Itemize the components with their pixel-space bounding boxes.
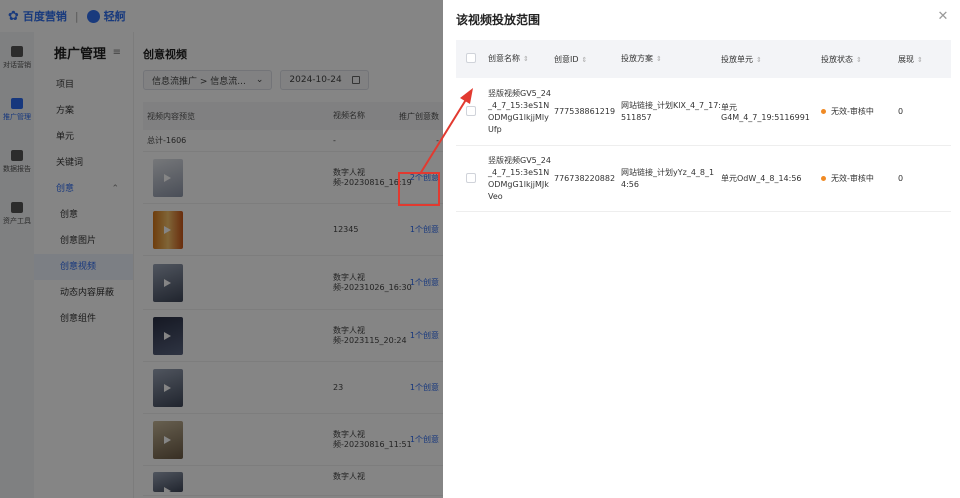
shows-value: 0 — [898, 107, 904, 116]
col-unit[interactable]: 投放单元 ⇕ — [721, 54, 821, 65]
status-dot-icon — [821, 109, 826, 114]
sort-icon: ⇕ — [523, 55, 529, 63]
status-dot-icon — [821, 176, 826, 181]
col-shows[interactable]: 展现 ⇕ — [898, 54, 948, 65]
drawer-title: 该视频投放范围 — [456, 13, 541, 27]
creative-id: 776738220882 — [554, 174, 616, 183]
sort-icon: ⇕ — [656, 55, 662, 63]
row-checkbox[interactable] — [466, 105, 476, 116]
creative-name: 竖版视频GV5_24_4_7_15:3eS1NODMgG1lkjjMlyUfp — [488, 88, 551, 134]
col-plan[interactable]: 投放方案 ⇕ — [621, 53, 721, 65]
sort-icon: ⇕ — [756, 55, 762, 64]
select-all-checkbox[interactable] — [466, 53, 476, 63]
plan-name: 网站链接_计划yYz_4_8_14:56 — [621, 167, 715, 189]
table-row: 竖版视频GV5_24_4_7_15:3eS1NODMgG1lkjjMJkVeo … — [456, 146, 951, 212]
sort-icon: ⇕ — [917, 55, 923, 64]
creative-id: 777538861219 — [554, 107, 616, 116]
status-badge: 无效-审核中 — [821, 173, 898, 184]
sort-icon: ⇕ — [856, 55, 862, 64]
col-creative-id[interactable]: 创意ID ⇕ — [554, 54, 621, 65]
scope-table: 创意名称 ⇕ 创意ID ⇕ 投放方案 ⇕ 投放单元 ⇕ 投放状态 ⇕ 展现 ⇕ 竖版视频GV… — [456, 40, 951, 212]
close-icon[interactable]: ✕ — [936, 10, 950, 24]
status-badge: 无效-审核中 — [821, 106, 898, 117]
modal-overlay[interactable] — [0, 0, 443, 498]
row-checkbox[interactable] — [466, 172, 476, 183]
annotation-highlight-box — [398, 172, 440, 206]
creative-name: 竖版视频GV5_24_4_7_15:3eS1NODMgG1lkjjMJkVeo — [488, 155, 551, 201]
table-row: 竖版视频GV5_24_4_7_15:3eS1NODMgG1lkjjMlyUfp … — [456, 78, 951, 146]
col-status[interactable]: 投放状态 ⇕ — [821, 54, 898, 65]
table-header: 创意名称 ⇕ 创意ID ⇕ 投放方案 ⇕ 投放单元 ⇕ 投放状态 ⇕ 展现 ⇕ — [456, 40, 951, 78]
col-creative-name[interactable]: 创意名称 ⇕ — [488, 53, 554, 65]
sort-icon: ⇕ — [581, 55, 588, 64]
unit-name: 单元G4M_4_7_19:5116991 — [721, 102, 810, 122]
unit-name: 单元OdW_4_8_14:56 — [721, 174, 802, 183]
shows-value: 0 — [898, 174, 904, 183]
plan-name: 网站链接_计划KlX_4_7_17:511857 — [621, 100, 722, 122]
video-scope-drawer: 该视频投放范围 ✕ 创意名称 ⇕ 创意ID ⇕ 投放方案 ⇕ 投放单元 ⇕ 投放状态 ⇕ … — [443, 0, 960, 498]
